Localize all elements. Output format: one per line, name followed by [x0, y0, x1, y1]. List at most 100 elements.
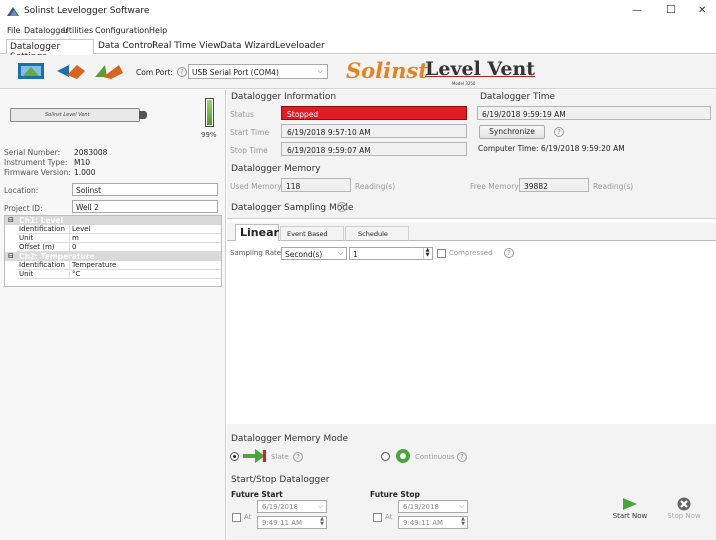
compressed-label: Compressed — [449, 249, 493, 257]
channel-header-ch1[interactable]: ⊟ Ch1: Level — [5, 216, 221, 225]
datalogger-time-field: 6/19/2018 9:59:19 AM — [477, 106, 711, 120]
menu-configuration[interactable]: Configuration — [95, 26, 149, 35]
continuous-help-icon[interactable]: ? — [457, 452, 467, 462]
info-title: Datalogger Information — [231, 92, 337, 102]
future-start-checkbox[interactable] — [232, 513, 241, 522]
serial-label: Serial Number: — [4, 148, 61, 157]
sampling-panel: Linear Event Based Schedule Sampling Rat… — [227, 218, 716, 424]
slate-radio[interactable] — [230, 452, 239, 461]
chevron-down-icon: ⌵ — [337, 249, 343, 257]
future-start-date[interactable]: 6/19/2018 ⌵ — [257, 500, 327, 513]
spinner-icon[interactable]: ▲ ▼ — [320, 517, 324, 527]
future-stop-checkbox[interactable] — [373, 513, 382, 522]
used-memory-field: 118 — [281, 178, 351, 192]
app-icon — [7, 6, 19, 16]
close-button[interactable]: ✕ — [698, 5, 706, 16]
location-field[interactable]: Solinst — [72, 183, 218, 196]
free-memory-label: Free Memory — [470, 182, 519, 191]
firmware-value: 1.000 — [74, 168, 96, 177]
slate-label: Slate — [271, 453, 289, 461]
start-stop-title: Start/Stop Datalogger — [231, 475, 330, 485]
status-badge: Stopped — [281, 106, 467, 120]
menu-bar: File Datalogger Utilities Configuration … — [0, 24, 716, 38]
tab-data-wizard[interactable]: Data Wizard — [220, 41, 275, 51]
project-id-field[interactable]: Well 2 — [72, 200, 218, 213]
start-time-label: Start Time — [230, 128, 270, 137]
table-row[interactable]: Offset (m) 0 — [17, 243, 221, 252]
table-row[interactable]: Identification Level — [17, 225, 221, 234]
tab-data-control[interactable]: Data Control — [98, 41, 155, 51]
table-row[interactable]: Unit °C — [17, 270, 221, 279]
channel-grid: ⊟ Ch1: Level Identification Level Unit m… — [4, 215, 222, 287]
slate-help-icon[interactable]: ? — [293, 452, 303, 462]
tab-leveloader[interactable]: Leveloader — [275, 41, 325, 51]
free-memory-field: 39882 — [519, 178, 589, 192]
tab-linear[interactable]: Linear — [235, 224, 279, 241]
stop-time-label: Stop Time — [230, 146, 268, 155]
future-start-label: Future Start — [231, 490, 283, 499]
download-data-icon[interactable] — [93, 61, 125, 83]
read-datalogger-icon[interactable] — [17, 61, 47, 83]
continuous-icon — [394, 448, 412, 466]
title-bar: Solinst Levelogger Software — ☐ ✕ — [0, 0, 716, 24]
minimize-button[interactable]: — — [632, 5, 642, 16]
sync-help-icon[interactable]: ? — [554, 127, 564, 137]
slate-icon — [243, 448, 267, 466]
synchronize-button[interactable]: Synchronize — [479, 125, 545, 139]
sampling-rate-stepper[interactable]: 1 ▲ ▼ — [349, 247, 433, 260]
table-row[interactable]: Unit m — [17, 234, 221, 243]
future-stop-date[interactable]: 6/19/2018 ⌵ — [398, 500, 468, 513]
collapse-icon[interactable]: ⊟ — [8, 252, 14, 260]
table-row[interactable]: Identification Temperature — [17, 261, 221, 270]
solinst-logo: Solinst — [346, 58, 428, 83]
stop-now-button[interactable]: Stop Now — [661, 495, 707, 531]
channel-header-ch2[interactable]: ⊟ Ch2: Temperature — [5, 252, 221, 261]
spinner-icon[interactable]: ▲ ▼ — [461, 517, 465, 527]
spinner-icon[interactable]: ▲ ▼ — [423, 248, 431, 259]
collapse-icon[interactable]: ⊟ — [8, 216, 14, 224]
toolbar: Com Port: ? USB Serial Port (COM4) ⌵ Sol… — [0, 55, 716, 89]
compressed-help-icon[interactable]: ? — [504, 248, 514, 258]
battery-percent: 99% — [201, 131, 217, 139]
menu-datalogger[interactable]: Datalogger — [24, 26, 69, 35]
continuous-radio[interactable] — [381, 452, 390, 461]
com-port-select[interactable]: USB Serial Port (COM4) ⌵ — [188, 64, 328, 79]
future-stop-time[interactable]: 9:49:11 AM ▲ ▼ — [398, 516, 468, 529]
right-panel: Datalogger Information Status Stopped St… — [227, 90, 716, 540]
menu-help[interactable]: Help — [149, 26, 167, 35]
model-label: Model 3250 — [452, 81, 476, 86]
future-start-time[interactable]: 9:49:11 AM ▲ ▼ — [257, 516, 327, 529]
menu-file[interactable]: File — [7, 26, 20, 35]
serial-value: 2083008 — [74, 148, 108, 157]
tab-schedule[interactable]: Schedule — [345, 226, 409, 241]
tab-real-time-view[interactable]: Real Time View — [152, 41, 221, 51]
sampling-help-icon[interactable]: ? — [337, 202, 347, 212]
battery-icon — [205, 98, 214, 127]
tab-event-based[interactable]: Event Based — [280, 226, 344, 241]
com-port-label: Com Port: — [136, 68, 173, 77]
program-datalogger-icon[interactable] — [55, 61, 87, 83]
used-memory-label: Used Memory — [230, 182, 282, 191]
status-label: Status — [230, 110, 254, 119]
chevron-down-icon: ⌵ — [458, 502, 464, 510]
future-stop-at-label: At — [385, 513, 393, 521]
stop-icon — [677, 497, 691, 511]
computer-time: Computer Time: 6/19/2018 9:59:20 AM — [478, 144, 625, 153]
product-logo: Level Vent — [425, 58, 536, 80]
sampling-title: Datalogger Sampling Mode — [231, 203, 354, 213]
device-image: Solinst Level Vent — [10, 108, 147, 122]
main-tabs: Datalogger Settings Data Control Real Ti… — [0, 38, 716, 62]
firmware-label: Firmware Version: — [4, 168, 71, 177]
tab-datalogger-settings[interactable]: Datalogger Settings — [6, 39, 94, 62]
future-stop-label: Future Stop — [370, 490, 420, 499]
com-port-help-icon[interactable]: ? — [177, 67, 187, 77]
maximize-button[interactable]: ☐ — [666, 3, 676, 16]
start-time-field: 6/19/2018 9:57:10 AM — [281, 124, 467, 138]
menu-utilities[interactable]: Utilities — [63, 26, 93, 35]
continuous-label: Continuous — [415, 453, 455, 461]
sampling-unit-select[interactable]: Second(s) ⌵ — [281, 247, 347, 260]
sampling-rate-label: Sampling Rate — [230, 249, 282, 257]
compressed-checkbox[interactable] — [437, 249, 446, 258]
start-now-button[interactable]: Start Now — [607, 495, 653, 531]
future-start-at-label: At — [244, 513, 252, 521]
